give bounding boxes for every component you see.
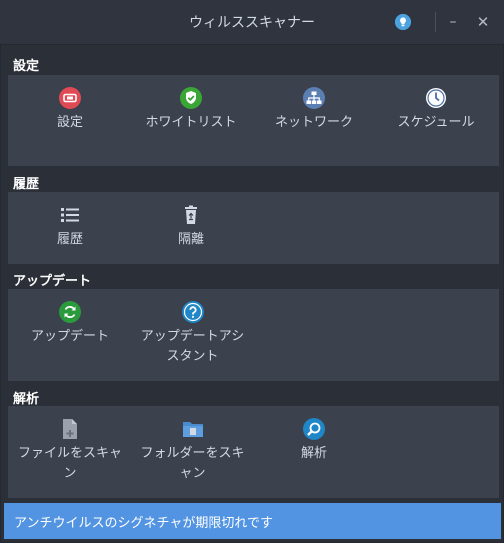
update-label: アップデート	[30, 329, 109, 344]
trash-recycle-icon	[185, 205, 197, 224]
status-message: アンチウイルスのシグネチャが期限切れです	[14, 515, 273, 531]
help-icon	[181, 301, 204, 323]
folder-icon	[182, 422, 203, 437]
section-heading-update: アップデート	[13, 274, 92, 289]
status-bar: アンチウイルスのシグネチャが期限切れです	[4, 503, 501, 539]
schedule-label: スケジュール	[397, 115, 475, 130]
history-panel: 履歴 隔離	[8, 192, 499, 264]
magnifier-icon	[303, 418, 325, 440]
analysis-panel: ファイルをスキャン フォルダーをスキャン 解析	[8, 406, 499, 498]
scan-folder-button[interactable]: フォルダーをスキャン	[135, 418, 250, 484]
settings-panel: 設定 ホワイトリスト ネットワーク スケジュール	[8, 75, 499, 166]
minimize-button[interactable]: –	[446, 14, 460, 30]
section-heading-settings: 設定	[13, 59, 40, 74]
section-heading-analysis: 解析	[13, 392, 40, 407]
window-title: ウィルススキャナー	[189, 15, 315, 31]
whitelist-button[interactable]: ホワイトリスト	[135, 87, 247, 133]
network-label: ネットワーク	[274, 115, 353, 130]
quarantine-button[interactable]: 隔離	[135, 204, 247, 250]
lightbulb-icon[interactable]	[395, 14, 411, 30]
history-label: 履歴	[56, 232, 83, 247]
network-icon	[303, 87, 325, 109]
scan-file-button[interactable]: ファイルをスキャン	[14, 418, 126, 484]
title-bar: ウィルススキャナー – ✕	[0, 0, 504, 44]
refresh-icon	[59, 301, 81, 323]
settings-icon	[59, 87, 81, 109]
update-assistant-label: アップデートアシスタント	[140, 329, 245, 364]
file-add-icon	[63, 419, 77, 439]
analysis-button[interactable]: 解析	[258, 418, 370, 464]
scan-folder-label: フォルダーをスキャン	[140, 446, 245, 481]
whitelist-label: ホワイトリスト	[145, 115, 237, 130]
settings-label: 設定	[56, 115, 83, 130]
history-button[interactable]: 履歴	[14, 204, 126, 250]
settings-button[interactable]: 設定	[14, 87, 126, 133]
update-panel: アップデート アップデートアシスタント	[8, 289, 499, 381]
list-icon	[61, 208, 79, 222]
network-button[interactable]: ネットワーク	[258, 87, 370, 133]
scan-file-label: ファイルをスキャン	[17, 446, 122, 481]
main-content: 設定 設定 ホワイトリスト ネットワーク スケジュール 履歴 履歴 隔離 アップ…	[0, 44, 504, 543]
close-button[interactable]: ✕	[476, 14, 490, 30]
update-button[interactable]: アップデート	[14, 301, 126, 347]
shield-check-icon	[180, 87, 202, 109]
quarantine-label: 隔離	[177, 232, 204, 247]
update-assistant-button[interactable]: アップデートアシスタント	[135, 301, 250, 367]
section-heading-history: 履歴	[13, 177, 40, 192]
analysis-label: 解析	[300, 446, 327, 461]
schedule-button[interactable]: スケジュール	[380, 87, 492, 133]
clock-icon	[426, 88, 446, 108]
title-separator	[435, 12, 436, 32]
